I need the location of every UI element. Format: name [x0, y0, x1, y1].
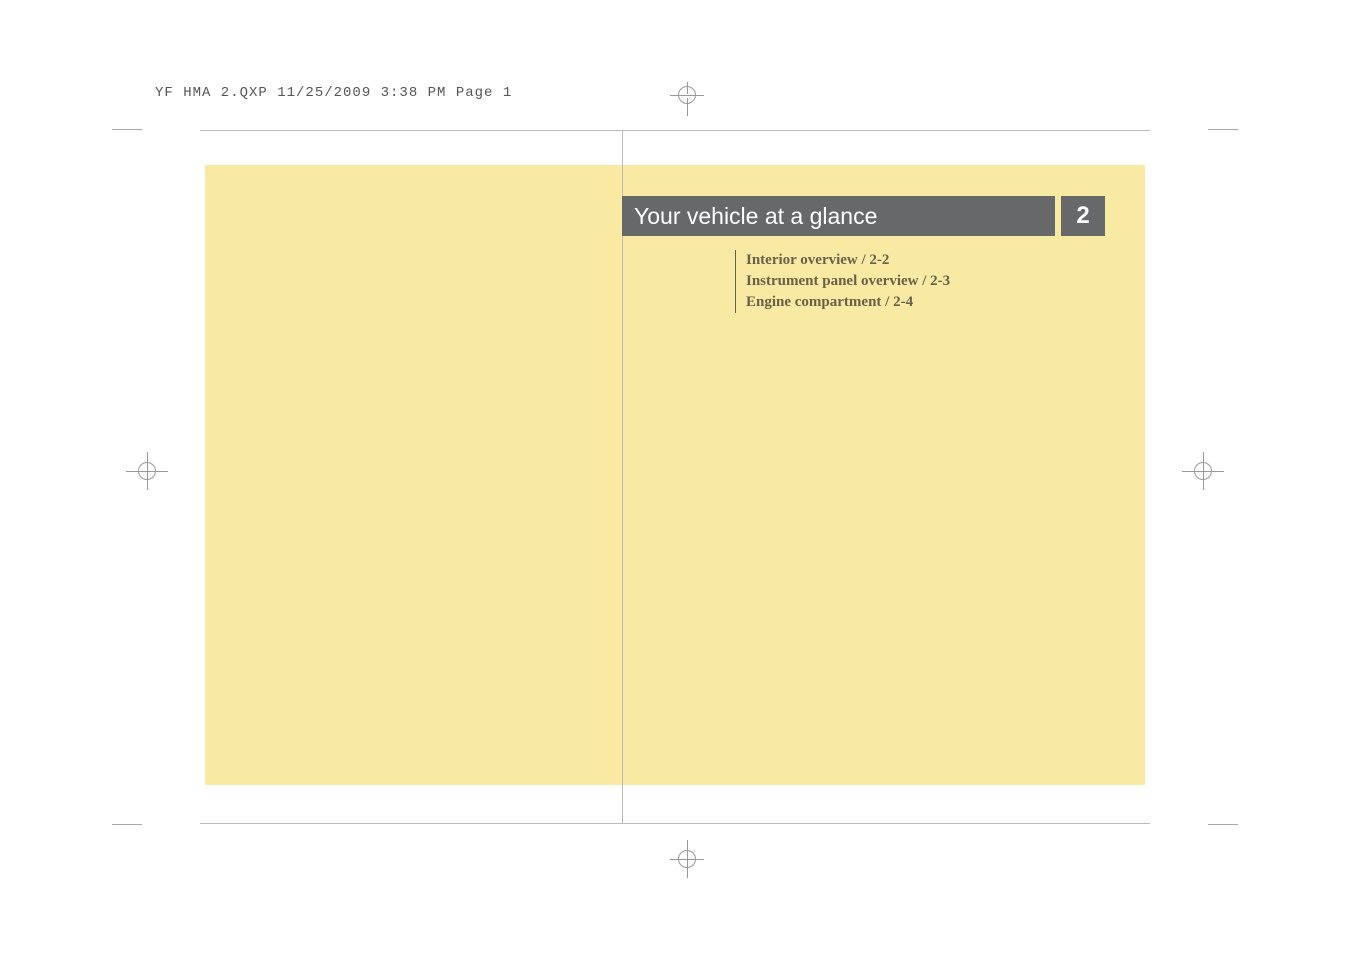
crop-mark-icon	[1190, 458, 1216, 484]
chapter-number-badge: 2	[1061, 196, 1105, 236]
toc-item: Engine compartment / 2-4	[746, 292, 950, 313]
crop-tick	[112, 129, 142, 130]
crop-tick	[1208, 129, 1238, 130]
crop-mark-icon	[674, 846, 700, 872]
chapter-title-bar: Your vehicle at a glance	[622, 196, 1055, 236]
toc-item: Instrument panel overview / 2-3	[746, 271, 950, 292]
chapter-title: Your vehicle at a glance	[634, 203, 877, 230]
crop-mark-icon	[674, 82, 700, 108]
crop-tick	[112, 824, 142, 825]
file-header-info: YF HMA 2.QXP 11/25/2009 3:38 PM Page 1	[155, 85, 512, 101]
toc-item: Interior overview / 2-2	[746, 250, 950, 271]
table-of-contents: Interior overview / 2-2 Instrument panel…	[735, 250, 950, 313]
crop-mark-icon	[134, 458, 160, 484]
content-background	[205, 165, 1145, 785]
crop-tick	[1208, 824, 1238, 825]
